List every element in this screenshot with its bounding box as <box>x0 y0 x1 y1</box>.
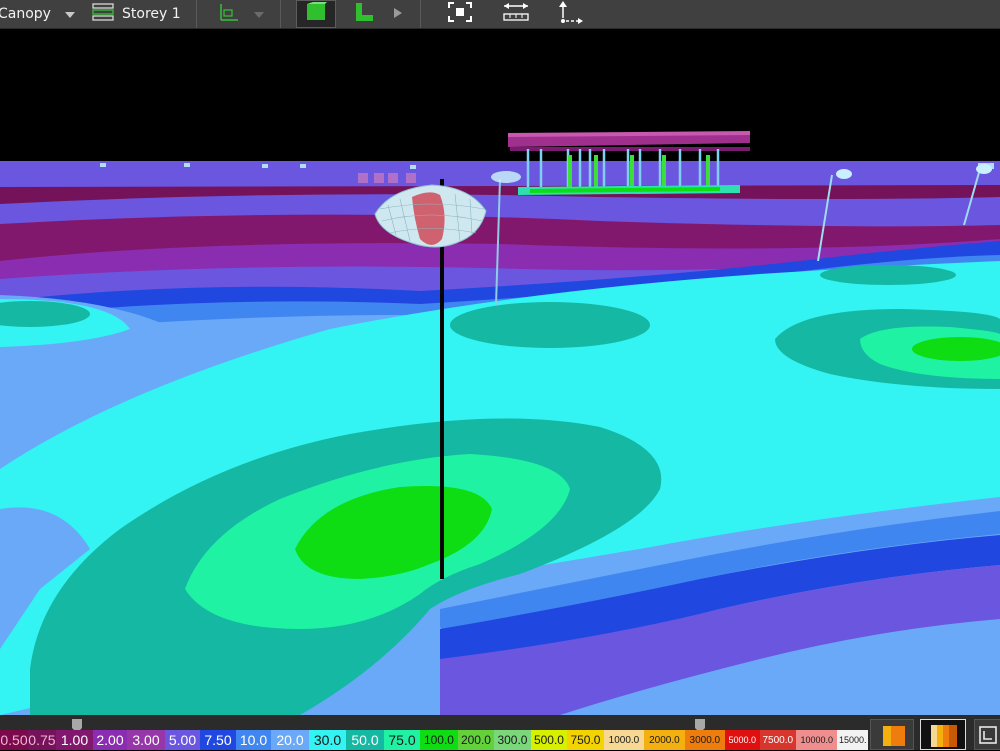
chevron-right-icon <box>394 6 402 22</box>
axis-selector[interactable] <box>218 0 264 28</box>
legend-swatch: 7.50 <box>200 730 236 750</box>
toolbar-divider <box>280 0 281 28</box>
chevron-down-icon <box>64 6 75 22</box>
legend-swatch: 100.0 <box>420 730 458 750</box>
fit-frame-icon <box>447 1 473 27</box>
contour-50-right-top <box>820 265 956 285</box>
storey-selector[interactable]: Storey 1 <box>92 0 181 28</box>
legend-swatch: 3.00 <box>127 730 165 750</box>
axis-icon <box>218 2 240 26</box>
legend-swatch: 7500.0 <box>759 730 797 750</box>
l-shape-icon <box>353 2 375 26</box>
banded-style-button[interactable] <box>920 719 966 750</box>
legend-swatch: 1000.0 <box>603 730 645 750</box>
legend-swatch: 500.0 <box>530 730 568 750</box>
legend-scale: 0.50 0.75 1.00 2.00 3.00 5.00 7.50 10.0 20.0 30.0… <box>0 730 869 750</box>
layer-label: Canopy <box>0 6 51 22</box>
legend-swatch: 750.0 <box>567 730 604 750</box>
legend-swatch: 10000.0 <box>796 730 838 750</box>
legend-swatch: 15000. <box>837 730 869 750</box>
legend-swatch: 1.00 <box>56 730 93 750</box>
orange-bands-icon <box>931 725 957 751</box>
legend-swatch: 3000.0 <box>684 730 726 750</box>
legend-swatch: 30.0 <box>308 730 347 750</box>
solid-block-icon <box>305 2 327 26</box>
ruler-icon <box>501 1 531 27</box>
legend-swatch: 0.50 <box>0 730 28 750</box>
legend-swatch: 20.0 <box>271 730 309 750</box>
measure-distance-button[interactable] <box>496 0 536 28</box>
storey-label: Storey 1 <box>122 6 181 22</box>
legend-swatch: 5000.0 <box>725 730 760 750</box>
legend-swatch: 0.75 <box>27 730 57 750</box>
layer-selector[interactable]: Canopy <box>0 0 75 28</box>
legend-swatch: 10.0 <box>235 730 272 750</box>
more-views-button[interactable] <box>394 0 402 28</box>
legend-swatch: 75.0 <box>383 730 421 750</box>
wall-view-button[interactable] <box>344 0 384 28</box>
legend-swatch: 50.0 <box>346 730 384 750</box>
measure-height-button[interactable] <box>550 0 590 28</box>
chevron-down-icon <box>254 6 264 22</box>
illuminance-legend: 0.50 0.75 1.00 2.00 3.00 5.00 7.50 10.0 20.0 30.0… <box>0 715 1000 750</box>
solid-view-button[interactable] <box>296 0 336 28</box>
vertical-dimension-icon <box>555 0 585 28</box>
legend-swatch: 2.00 <box>92 730 128 750</box>
export-icon <box>979 725 997 749</box>
legend-swatch: 300.0 <box>494 730 531 750</box>
legend-swatch: 200.0 <box>457 730 495 750</box>
orange-gradient-icon <box>883 726 905 750</box>
gradient-style-button[interactable] <box>870 719 914 750</box>
3d-viewport[interactable] <box>0 29 1000 715</box>
storey-stack-icon <box>92 3 114 25</box>
top-toolbar: Canopy Storey 1 <box>0 0 1000 29</box>
toolbar-divider <box>196 0 197 28</box>
more-options-button[interactable] <box>974 719 1000 750</box>
legend-swatch: 2000.0 <box>644 730 685 750</box>
contour-50-center <box>450 302 650 348</box>
legend-swatch: 5.00 <box>164 730 201 750</box>
fit-view-button[interactable] <box>440 0 480 28</box>
illuminance-scene <box>0 29 1000 715</box>
toolbar-divider <box>420 0 421 28</box>
